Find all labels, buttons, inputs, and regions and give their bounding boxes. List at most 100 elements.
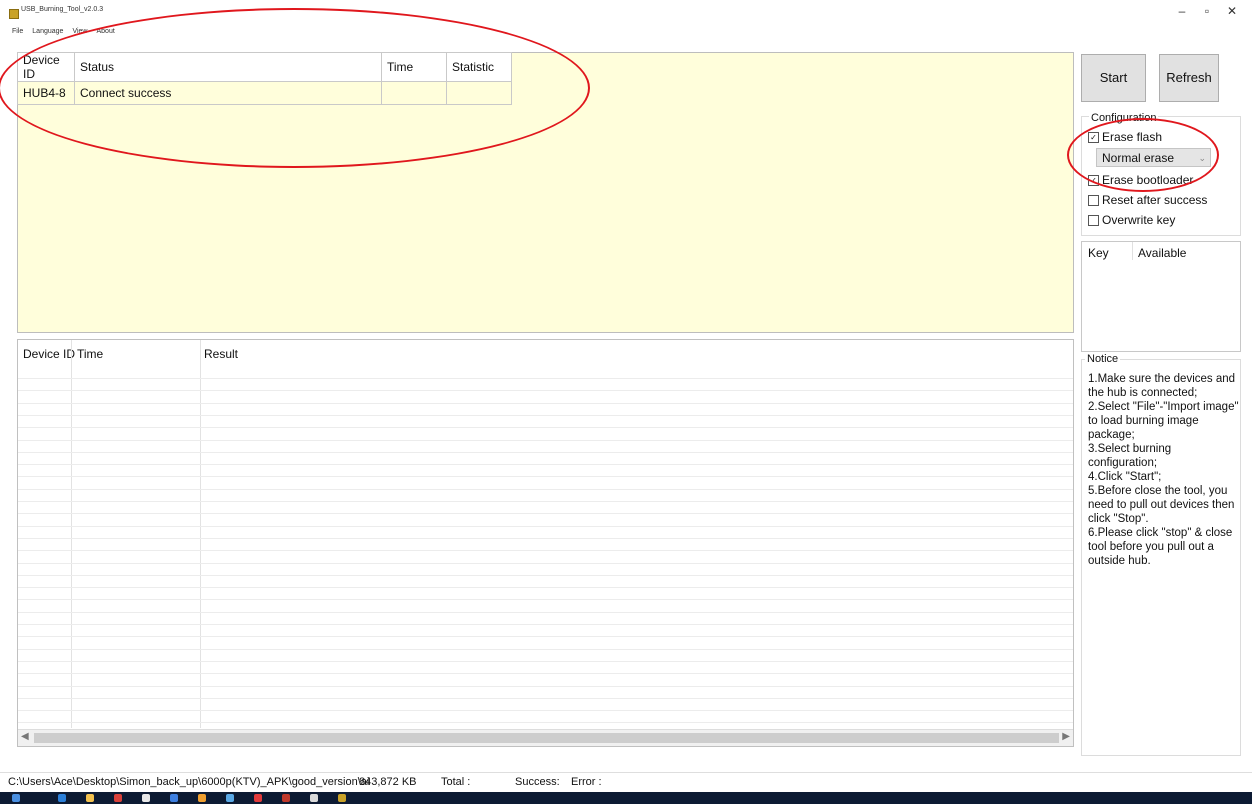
erase-flash-label: Erase flash	[1102, 130, 1163, 144]
erase-flash-checkbox[interactable]: ✓ Erase flash	[1088, 130, 1162, 144]
grid-line	[18, 525, 1073, 527]
overwrite-key-checkbox[interactable]: Overwrite key	[1088, 213, 1175, 227]
refresh-button[interactable]: Refresh	[1159, 54, 1219, 102]
start-button[interactable]: Start	[1081, 54, 1146, 102]
table-row[interactable]: HUB4-8 Connect success	[17, 81, 512, 105]
folder-icon[interactable]	[86, 794, 94, 802]
start-menu-icon[interactable]	[12, 794, 20, 802]
checkbox-icon[interactable]	[1088, 194, 1099, 206]
image-size: 843,872 KB	[359, 776, 417, 788]
grid-line	[18, 574, 1073, 576]
reset-after-success-label: Reset after success	[1102, 193, 1208, 207]
total-count: Total :	[441, 776, 471, 788]
maximize-button[interactable]: ▫	[1197, 4, 1217, 18]
success-count: Success:	[515, 776, 560, 788]
column-header-status[interactable]: Status	[74, 52, 382, 82]
result-table-header: Device ID Time Result	[18, 340, 1073, 361]
overwrite-key-label: Overwrite key	[1102, 213, 1176, 227]
horizontal-scrollbar[interactable]: ◀ ▶	[18, 729, 1073, 746]
app-icon[interactable]	[282, 794, 290, 802]
reset-after-success-checkbox[interactable]: Reset after success	[1088, 193, 1207, 207]
checkbox-icon[interactable]: ✓	[1088, 131, 1099, 143]
scroll-left-icon[interactable]: ◀	[21, 731, 29, 742]
column-header-device-id[interactable]: Device ID	[17, 52, 75, 82]
scroll-right-icon[interactable]: ▶	[1062, 731, 1070, 742]
grid-line	[18, 562, 1073, 564]
erase-bootloader-checkbox[interactable]: ✓ Erase bootloader	[1088, 173, 1193, 187]
notice-line: 2.Select "File"-"Import image" to load b…	[1088, 401, 1239, 441]
notice-line: 5.Before close the tool, you need to pul…	[1088, 485, 1235, 525]
device-status-table: Device ID Status Time Statistic HUB4-8 C…	[17, 52, 512, 105]
grid-line	[18, 427, 1073, 429]
title-bar	[0, 0, 1252, 22]
cell-time	[381, 81, 447, 105]
column-divider	[1132, 242, 1133, 260]
grid-line	[18, 476, 1073, 478]
close-button[interactable]: ✕	[1222, 4, 1242, 18]
scrollbar-thumb[interactable]	[34, 733, 1059, 743]
taskbar	[0, 792, 1252, 804]
minimize-button[interactable]: –	[1172, 4, 1192, 18]
column-header-key[interactable]: Key	[1088, 246, 1109, 260]
notice-line: 6.Please click "stop" & close tool befor…	[1088, 527, 1233, 567]
erase-mode-value: Normal erase	[1102, 151, 1175, 165]
grid-line	[18, 722, 1073, 724]
grid-line	[18, 402, 1073, 404]
column-divider	[200, 340, 201, 728]
grid-line	[18, 451, 1073, 453]
grid-line	[18, 636, 1073, 638]
chevron-down-icon[interactable]: ⌄	[1198, 149, 1206, 168]
menu-about[interactable]: About	[96, 28, 114, 38]
table-header-row: Device ID Status Time Statistic	[17, 52, 512, 82]
grid-line	[18, 587, 1073, 589]
checkbox-icon[interactable]: ✓	[1088, 174, 1099, 186]
grid-line	[18, 685, 1073, 687]
grid-line	[18, 648, 1073, 650]
result-table: Device ID Time Result ◀ ▶	[17, 339, 1074, 747]
erase-mode-select[interactable]: Normal erase ⌄	[1096, 148, 1211, 167]
column-divider	[71, 340, 72, 728]
notice-title: Notice	[1085, 353, 1121, 365]
grid-line	[18, 513, 1073, 515]
notice-text: 1.Make sure the devices and the hub is c…	[1088, 372, 1240, 568]
grid-line	[18, 390, 1073, 392]
grid-line	[18, 414, 1073, 416]
grid-line	[18, 697, 1073, 699]
cell-status: Connect success	[74, 81, 382, 105]
grid-line	[18, 550, 1073, 552]
document-icon[interactable]	[142, 794, 150, 802]
menu-view[interactable]: View	[72, 28, 87, 38]
column-header-statistic[interactable]: Statistic	[446, 52, 512, 82]
grid-line	[18, 673, 1073, 675]
status-bar: C:\Users\Ace\Desktop\Simon_back_up\6000p…	[0, 772, 1252, 793]
app-icon[interactable]	[198, 794, 206, 802]
usb-burning-tool-icon[interactable]	[338, 794, 346, 802]
app-icon[interactable]	[310, 794, 318, 802]
column-header-time[interactable]: Time	[77, 347, 103, 361]
notice-line: 3.Select burning configuration;	[1088, 443, 1172, 469]
notice-line: 1.Make sure the devices and the hub is c…	[1088, 373, 1236, 399]
chrome-icon[interactable]	[114, 794, 122, 802]
menu-file[interactable]: File	[12, 28, 23, 38]
menu-language[interactable]: Language	[32, 28, 63, 38]
checkbox-icon[interactable]	[1088, 214, 1099, 226]
column-header-available[interactable]: Available	[1138, 246, 1186, 260]
column-header-device-id[interactable]: Device ID	[23, 347, 75, 361]
column-header-result[interactable]: Result	[204, 347, 238, 361]
grid-line	[18, 537, 1073, 539]
image-path: C:\Users\Ace\Desktop\Simon_back_up\6000p…	[8, 776, 370, 788]
notice-line: 4.Click "Start";	[1088, 471, 1162, 483]
error-count: Error :	[571, 776, 602, 788]
app-icon[interactable]	[254, 794, 262, 802]
grid-line	[18, 611, 1073, 613]
grid-line	[18, 501, 1073, 502]
app-icon	[9, 9, 19, 19]
edge-icon[interactable]	[58, 794, 66, 802]
window-title: USB_Burning_Tool_v2.0.3	[21, 6, 104, 13]
app-icon[interactable]	[226, 794, 234, 802]
cell-statistic	[446, 81, 512, 105]
grid-line	[18, 378, 1073, 379]
grid-line	[18, 599, 1073, 601]
store-icon[interactable]	[170, 794, 178, 802]
column-header-time[interactable]: Time	[381, 52, 447, 82]
